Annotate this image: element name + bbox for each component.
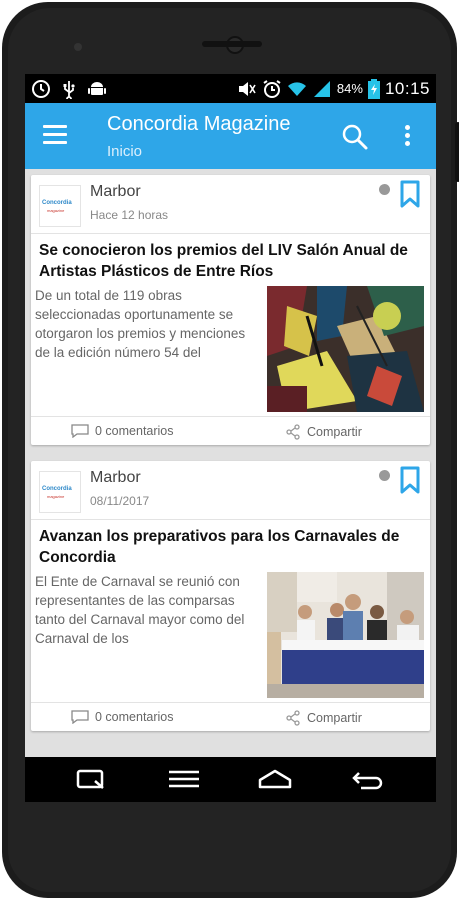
comments-count: 0 comentarios xyxy=(95,424,174,438)
more-vert-icon[interactable] xyxy=(403,125,411,147)
system-nav-bar xyxy=(25,757,436,802)
app-subtitle: Inicio xyxy=(107,143,143,160)
share-label: Compartir xyxy=(307,711,362,725)
card-actions: 0 comentarios Compartir xyxy=(31,702,430,731)
signal-icon xyxy=(313,80,330,97)
card-body: El Ente de Carnaval se reunió con repres… xyxy=(31,568,430,702)
post-author: Marbor xyxy=(90,469,141,486)
post-excerpt: El Ente de Carnaval se reunió con repres… xyxy=(35,574,245,646)
post-thumbnail-image[interactable] xyxy=(267,572,424,698)
news-feed[interactable]: Concordia magazine Marbor Hace 12 horas … xyxy=(25,169,436,757)
post-date: Hace 12 horas xyxy=(90,208,169,222)
post-excerpt: De un total de 119 obras seleccionadas o… xyxy=(35,288,246,360)
status-clock: 10:15 xyxy=(384,78,430,98)
speaker-grille xyxy=(202,41,262,47)
android-debug-icon xyxy=(88,81,106,95)
post-title[interactable]: Avanzan los preparativos para los Carnav… xyxy=(31,520,430,568)
bookmark-icon[interactable] xyxy=(399,466,421,494)
volume-mute-icon xyxy=(238,81,256,96)
share-icon xyxy=(286,424,300,440)
comments-button[interactable]: 0 comentarios xyxy=(71,424,174,438)
news-card[interactable]: Concordia magazine Marbor Hace 12 horas … xyxy=(31,175,430,445)
unread-dot xyxy=(379,470,390,481)
comment-icon xyxy=(71,710,89,724)
share-icon xyxy=(286,710,300,726)
post-author: Marbor xyxy=(90,183,141,200)
news-card[interactable]: Concordia magazine Marbor 08/11/2017 Ava… xyxy=(31,461,430,731)
recents-icon[interactable] xyxy=(75,767,109,791)
menu-icon[interactable] xyxy=(167,767,201,791)
app-bar: Concordia Magazine Inicio xyxy=(25,103,436,169)
card-header: Concordia magazine Marbor 08/11/2017 xyxy=(31,461,430,520)
bookmark-icon[interactable] xyxy=(399,180,421,208)
card-body: De un total de 119 obras seleccionadas o… xyxy=(31,282,430,416)
post-title[interactable]: Se conocieron los premios del LIV Salón … xyxy=(31,234,430,282)
unread-dot xyxy=(379,184,390,195)
app-title: Concordia Magazine xyxy=(107,113,291,135)
battery-percent: 84% xyxy=(336,81,363,96)
post-date: 08/11/2017 xyxy=(90,494,150,508)
comment-icon xyxy=(71,424,89,438)
share-button[interactable]: Compartir xyxy=(285,424,362,440)
back-icon[interactable] xyxy=(351,767,385,791)
card-actions: 0 comentarios Compartir xyxy=(31,416,430,445)
share-label: Compartir xyxy=(307,425,362,439)
publisher-logo: Concordia magazine xyxy=(39,471,81,513)
clock-alarm-icon xyxy=(32,79,50,98)
post-thumbnail-image[interactable] xyxy=(267,286,424,412)
search-icon[interactable] xyxy=(341,123,369,151)
power-button xyxy=(455,122,459,182)
publisher-logo: Concordia magazine xyxy=(39,185,81,227)
usb-icon xyxy=(63,80,75,99)
share-button[interactable]: Compartir xyxy=(285,710,362,726)
comments-button[interactable]: 0 comentarios xyxy=(71,710,174,724)
hamburger-menu-icon[interactable] xyxy=(43,125,67,145)
alarm-icon xyxy=(263,79,281,98)
proximity-sensor xyxy=(74,43,82,51)
home-icon[interactable] xyxy=(258,767,292,791)
status-bar: 84% 10:15 xyxy=(25,74,436,103)
comments-count: 0 comentarios xyxy=(95,710,174,724)
wifi-icon xyxy=(287,81,306,96)
screen: 84% 10:15 Concordia Magazine Inicio Conc… xyxy=(25,74,436,802)
battery-icon xyxy=(367,78,380,99)
card-header: Concordia magazine Marbor Hace 12 horas xyxy=(31,175,430,234)
